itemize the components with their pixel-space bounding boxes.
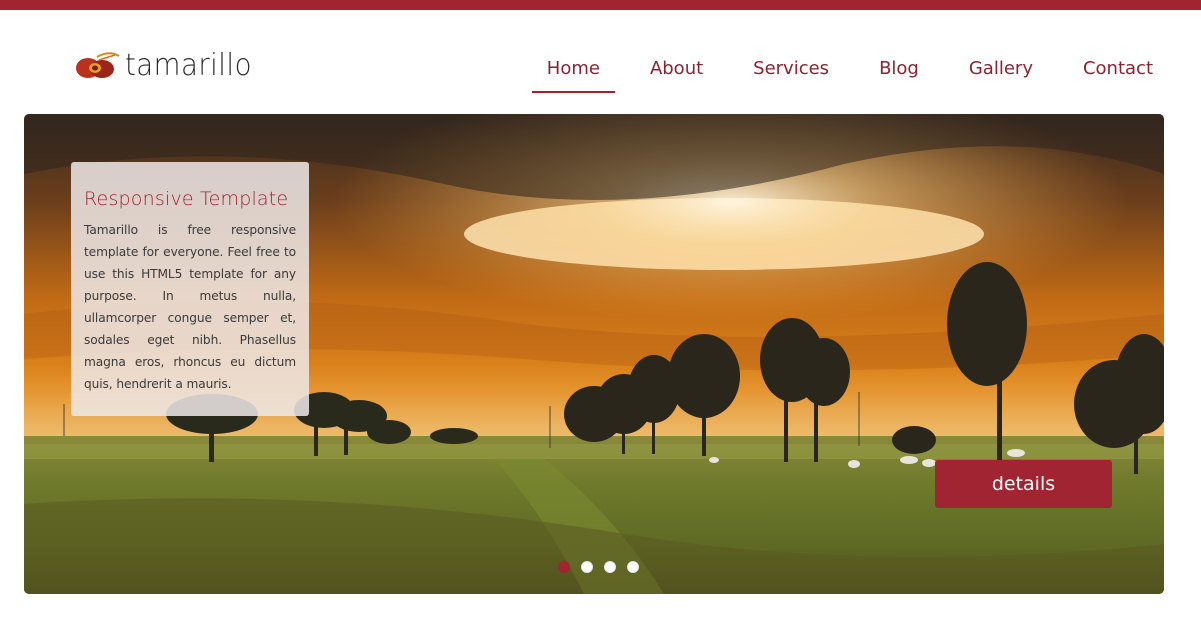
slide-caption-title: Responsive Template (84, 188, 289, 210)
nav-item-about[interactable]: About (635, 52, 718, 93)
slide-caption-text: Tamarillo is free responsive template fo… (84, 223, 296, 391)
nav-item-gallery[interactable]: Gallery (954, 52, 1048, 93)
slider-dot-3[interactable] (604, 561, 616, 573)
slider-dot-2[interactable] (581, 561, 593, 573)
brand-name: tamarillo (125, 47, 252, 83)
nav-item-blog[interactable]: Blog (864, 52, 934, 93)
nav-item-contact[interactable]: Contact (1068, 52, 1168, 93)
logo[interactable]: tamarillo (75, 45, 263, 85)
slide-caption-box: Responsive Template Tamarillo is free re… (71, 162, 309, 416)
slider-dot-4[interactable] (627, 561, 639, 573)
main-nav: Home About Services Blog Gallery Contact (512, 52, 1168, 93)
tamarillo-fruit-icon (76, 52, 120, 78)
nav-item-services[interactable]: Services (738, 52, 844, 93)
top-accent-bar (0, 0, 1201, 10)
hero-slider[interactable]: Responsive Template Tamarillo is free re… (24, 114, 1164, 594)
details-button[interactable]: details (935, 460, 1112, 508)
nav-item-home[interactable]: Home (531, 52, 616, 93)
slider-pagination (558, 561, 650, 573)
slider-dot-1[interactable] (558, 561, 570, 573)
